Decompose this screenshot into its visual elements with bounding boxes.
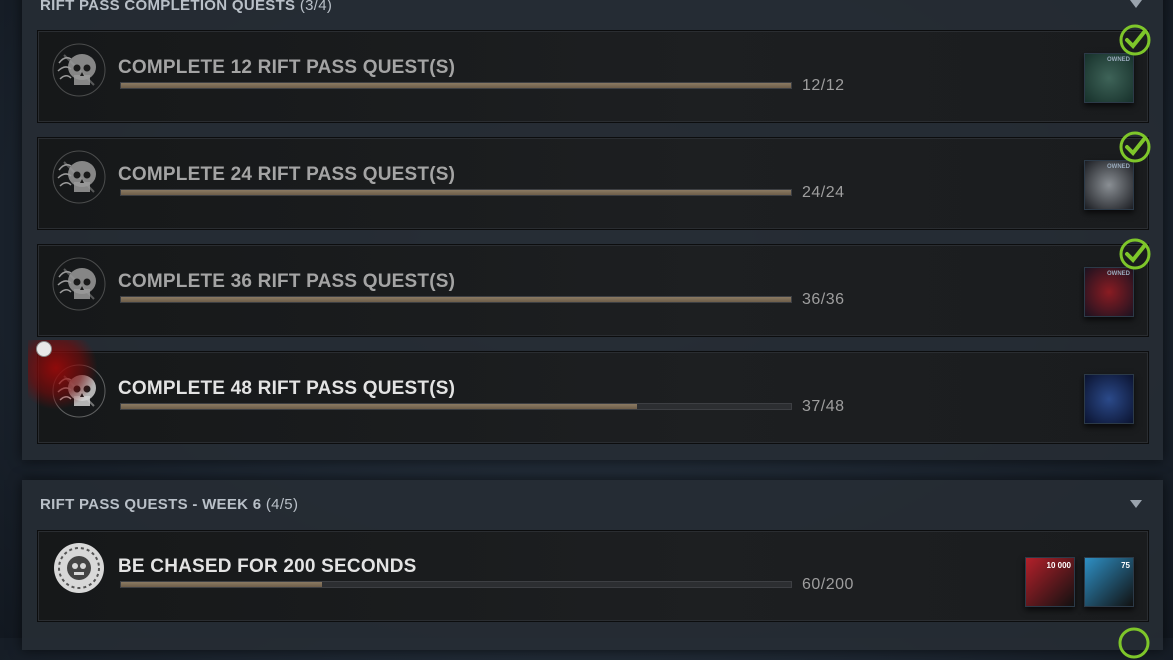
quest-title: COMPLETE 12 RIFT PASS QUEST(S): [118, 57, 456, 78]
progress-fill: [121, 297, 791, 302]
checkmark-icon: [1118, 237, 1152, 271]
red-creature-icon[interactable]: OWNED: [1084, 267, 1134, 317]
progress-bar: [120, 82, 792, 89]
section-header-completion[interactable]: RIFT PASS COMPLETION QUESTS (3/4): [40, 0, 332, 14]
quest-row[interactable]: COMPLETE 36 RIFT PASS QUEST(S) 36/36 OWNED: [37, 238, 1151, 337]
owned-tag: OWNED: [1107, 164, 1130, 170]
quest-row[interactable]: COMPLETE 48 RIFT PASS QUEST(S) 37/48: [37, 351, 1149, 444]
bloodpoints-icon[interactable]: 10 000: [1025, 557, 1075, 607]
quest-title: BE CHASED FOR 200 SECONDS: [118, 556, 417, 577]
checkmark-icon: [1118, 627, 1150, 659]
skull-quest-icon: [50, 255, 108, 313]
reward-amount: 10 000: [1046, 561, 1071, 570]
night-sky-icon[interactable]: [1084, 374, 1134, 424]
mouse-cursor-icon: [36, 341, 52, 357]
section-count: (4/5): [265, 496, 299, 513]
collapse-arrow-icon[interactable]: [1130, 500, 1142, 508]
quest-row[interactable]: BE CHASED FOR 200 SECONDS 60/200 10 000 75: [37, 530, 1149, 622]
smoke-charm-icon[interactable]: OWNED: [1084, 160, 1134, 210]
checkmark-icon: [1118, 23, 1152, 57]
owned-tag: OWNED: [1107, 57, 1130, 63]
shirt-emblem-icon[interactable]: OWNED: [1084, 53, 1134, 103]
collapse-arrow-icon[interactable]: [1130, 0, 1142, 8]
owned-tag: OWNED: [1107, 271, 1130, 277]
progress-fill: [121, 582, 322, 587]
skull-quest-icon: [50, 41, 108, 99]
section-title: RIFT PASS COMPLETION QUESTS: [40, 0, 296, 14]
rift-fragment-icon[interactable]: 75: [1084, 557, 1134, 607]
progress-text: 36/36: [802, 291, 845, 308]
quest-row[interactable]: COMPLETE 24 RIFT PASS QUEST(S) 24/24 OWNED: [37, 131, 1151, 230]
progress-bar: [120, 403, 792, 410]
section-header-week6[interactable]: RIFT PASS QUESTS - WEEK 6 (4/5): [40, 496, 298, 513]
section-title: RIFT PASS QUESTS - WEEK 6: [40, 496, 262, 513]
progress-text: 37/48: [802, 398, 845, 415]
survivor-quest-icon: [50, 539, 108, 597]
progress-text: 24/24: [802, 184, 845, 201]
reward-amount: 75: [1121, 561, 1130, 570]
progress-fill: [121, 190, 791, 195]
progress-bar: [120, 581, 792, 588]
quest-row[interactable]: COMPLETE 12 RIFT PASS QUEST(S) 12/12 OWNED: [37, 24, 1151, 123]
section-count: (3/4): [299, 0, 333, 14]
quest-title: COMPLETE 24 RIFT PASS QUEST(S): [118, 164, 456, 185]
progress-text: 60/200: [802, 576, 854, 593]
skull-quest-icon: [50, 148, 108, 206]
checkmark-icon: [1118, 130, 1152, 164]
progress-fill: [121, 404, 637, 409]
quest-title: COMPLETE 48 RIFT PASS QUEST(S): [118, 378, 456, 399]
quest-title: COMPLETE 36 RIFT PASS QUEST(S): [118, 271, 456, 292]
progress-bar: [120, 189, 792, 196]
progress-bar: [120, 296, 792, 303]
progress-text: 12/12: [802, 77, 845, 94]
progress-fill: [121, 83, 791, 88]
